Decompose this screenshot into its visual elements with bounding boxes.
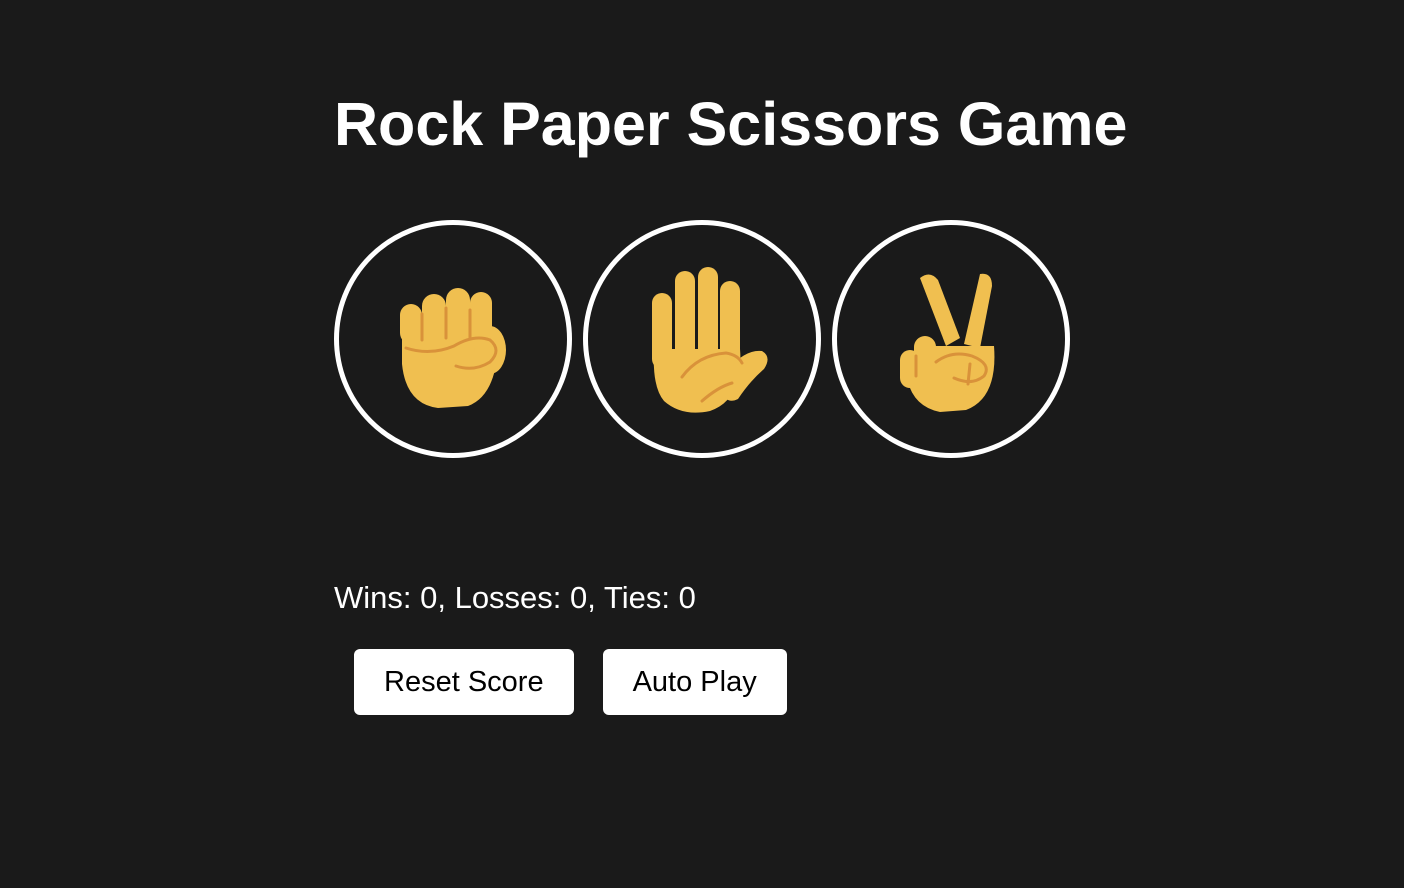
- paper-button[interactable]: [583, 220, 821, 458]
- raised-hand-icon: [652, 267, 768, 413]
- scissors-button[interactable]: [832, 220, 1070, 458]
- move-buttons: [334, 220, 1070, 458]
- score-text: Wins: 0, Losses: 0, Ties: 0: [334, 580, 696, 615]
- auto-play-button[interactable]: Auto Play: [602, 649, 787, 715]
- rock-button[interactable]: [334, 220, 572, 458]
- game-page: Rock Paper Scissors Game Wins: 0, Losses…: [0, 0, 1404, 888]
- page-title: Rock Paper Scissors Game: [334, 90, 1128, 158]
- action-buttons: Reset Score Auto Play: [354, 649, 787, 715]
- raised-fist-icon: [400, 288, 506, 408]
- reset-score-button[interactable]: Reset Score: [354, 649, 574, 715]
- victory-hand-icon: [900, 273, 995, 412]
